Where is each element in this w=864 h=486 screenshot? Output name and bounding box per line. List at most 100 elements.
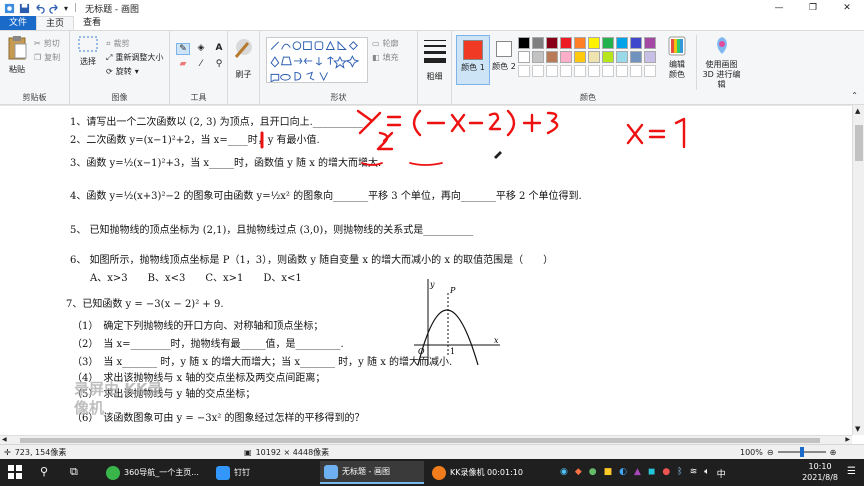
resize-button[interactable]: ⤢ 重新调整大小: [106, 51, 163, 64]
palette-custom-swatch[interactable]: [532, 65, 544, 77]
tray-app-icon-7[interactable]: ◼: [648, 467, 655, 480]
palette-swatch[interactable]: [546, 37, 558, 49]
scroll-down-icon[interactable]: ▼: [855, 425, 860, 433]
taskbar-app-360[interactable]: 360导航_一个主页...: [102, 461, 206, 484]
taskbar-app-dingtalk[interactable]: 钉钉: [212, 461, 316, 484]
vertical-scroll-thumb[interactable]: [855, 125, 863, 161]
bluetooth-icon[interactable]: ᛒ: [677, 467, 682, 480]
palette-swatch[interactable]: [616, 37, 628, 49]
palette-custom-swatch[interactable]: [602, 65, 614, 77]
palette-swatch[interactable]: [532, 51, 544, 63]
text-icon[interactable]: A: [212, 43, 226, 55]
tab-view[interactable]: 查看: [74, 16, 110, 30]
redo-icon[interactable]: [49, 3, 60, 14]
palette-swatch[interactable]: [560, 37, 572, 49]
fill-bucket-icon[interactable]: ◈: [194, 43, 208, 55]
canvas-area[interactable]: 1、请写出一个二次函数以 (2, 3) 为顶点，且开口向上.__________…: [0, 105, 864, 435]
fill-button[interactable]: ◧ 填充: [372, 51, 399, 64]
magnifier-icon[interactable]: ⚲: [212, 59, 226, 69]
windows-start-icon[interactable]: [8, 465, 22, 479]
palette-custom-swatch[interactable]: [574, 65, 586, 77]
palette-swatch[interactable]: [518, 51, 530, 63]
palette-swatch[interactable]: [616, 51, 628, 63]
paint3d-button[interactable]: 使用画图 3D 进行编辑: [696, 35, 746, 90]
edit-colors-button[interactable]: 编辑颜色: [662, 35, 692, 80]
resize-label: 重新调整大小: [115, 53, 164, 62]
palette-swatch[interactable]: [532, 37, 544, 49]
tray-app-icon-4[interactable]: ■: [604, 467, 613, 480]
minimize-button[interactable]: —: [762, 0, 796, 16]
close-button[interactable]: ✕: [830, 0, 864, 16]
taskbar-app-paint[interactable]: 无标题 - 画图: [320, 461, 424, 484]
palette-swatch[interactable]: [588, 37, 600, 49]
maximize-button[interactable]: ❐: [796, 0, 830, 16]
palette-swatch[interactable]: [602, 51, 614, 63]
undo-icon[interactable]: [34, 3, 45, 14]
tray-app-icon-6[interactable]: ▲: [634, 467, 641, 480]
palette-custom-swatch[interactable]: [546, 65, 558, 77]
zoom-slider[interactable]: [777, 447, 826, 457]
palette-swatch[interactable]: [546, 51, 558, 63]
taskbar-app-kk[interactable]: KK录像机 00:01:10: [428, 461, 532, 484]
search-icon[interactable]: ⚲: [40, 465, 48, 478]
palette-custom-swatch[interactable]: [560, 65, 572, 77]
tray-app-icon-5[interactable]: ◐: [619, 467, 627, 480]
browser-360-icon: [106, 465, 120, 480]
rotate-button[interactable]: ⟳ 旋转 ▾: [106, 65, 139, 78]
horizontal-scrollbar[interactable]: ◀ ▶: [0, 435, 852, 444]
notifications-icon[interactable]: ☰: [847, 466, 856, 477]
ime-icon[interactable]: 中: [717, 467, 726, 480]
palette-swatch[interactable]: [644, 51, 656, 63]
zoom-in-icon[interactable]: ⊕: [830, 448, 837, 457]
tray-app-icon-3[interactable]: ●: [589, 467, 597, 480]
palette-swatch[interactable]: [630, 51, 642, 63]
size-group[interactable]: 粗细: [418, 31, 452, 105]
scroll-up-icon[interactable]: ▲: [855, 107, 860, 115]
vertical-scrollbar[interactable]: ▲ ▼: [852, 105, 864, 435]
palette-custom-swatch[interactable]: [616, 65, 628, 77]
copy-button[interactable]: ❐ 复制: [34, 51, 60, 64]
color-picker-icon[interactable]: ⁄: [194, 59, 208, 69]
palette-custom-swatch[interactable]: [644, 65, 656, 77]
palette-swatch[interactable]: [560, 51, 572, 63]
tray-app-icon-1[interactable]: ◉: [560, 467, 568, 480]
palette-custom-swatch[interactable]: [630, 65, 642, 77]
volume-icon[interactable]: 🔈︎: [704, 467, 709, 480]
tray-app-icon-2[interactable]: ◆: [575, 467, 582, 480]
palette-custom-swatch[interactable]: [588, 65, 600, 77]
palette-swatch[interactable]: [602, 37, 614, 49]
wifi-icon[interactable]: ≋: [690, 467, 698, 480]
tab-home[interactable]: 主页: [36, 16, 75, 30]
tab-file[interactable]: 文件: [0, 16, 37, 30]
palette-swatch[interactable]: [588, 51, 600, 63]
cut-button[interactable]: ✂ 剪切: [34, 37, 60, 50]
zoom-slider-thumb[interactable]: [799, 447, 804, 457]
pencil-icon[interactable]: ✎: [176, 43, 190, 55]
select-button[interactable]: 选择: [76, 35, 100, 67]
outline-button[interactable]: ▭ 轮廓: [372, 37, 399, 50]
palette-swatch[interactable]: [574, 37, 586, 49]
shapes-gallery[interactable]: [266, 37, 368, 83]
palette-custom-swatch[interactable]: [518, 65, 530, 77]
collapse-ribbon-icon[interactable]: ⌃: [851, 91, 858, 100]
palette-swatch[interactable]: [518, 37, 530, 49]
zoom-out-icon[interactable]: ⊖: [767, 448, 774, 457]
taskbar-app-360-label: 360导航_一个主页...: [124, 468, 199, 477]
eraser-icon[interactable]: ▰: [176, 59, 190, 69]
color2-button[interactable]: 颜色 2: [490, 35, 518, 85]
task-view-icon[interactable]: ⧉: [70, 465, 78, 479]
palette-swatch[interactable]: [574, 51, 586, 63]
scroll-left-icon[interactable]: ◀: [2, 436, 7, 443]
customize-toolbar-icon[interactable]: ▾: [64, 4, 68, 13]
save-icon[interactable]: [19, 3, 30, 14]
palette-swatch[interactable]: [644, 37, 656, 49]
paste-button[interactable]: 粘贴: [4, 35, 30, 75]
scroll-right-icon[interactable]: ▶: [845, 436, 850, 443]
color1-button[interactable]: 颜色 1: [456, 35, 490, 85]
tray-app-icon-8[interactable]: ●: [662, 467, 670, 480]
horizontal-scroll-thumb[interactable]: [20, 438, 820, 443]
palette-swatch[interactable]: [630, 37, 642, 49]
brushes-group[interactable]: 刷子: [228, 31, 260, 105]
crop-button[interactable]: ⌗ 裁剪: [106, 37, 130, 50]
system-clock[interactable]: 10:10 2021/8/8: [802, 461, 838, 483]
